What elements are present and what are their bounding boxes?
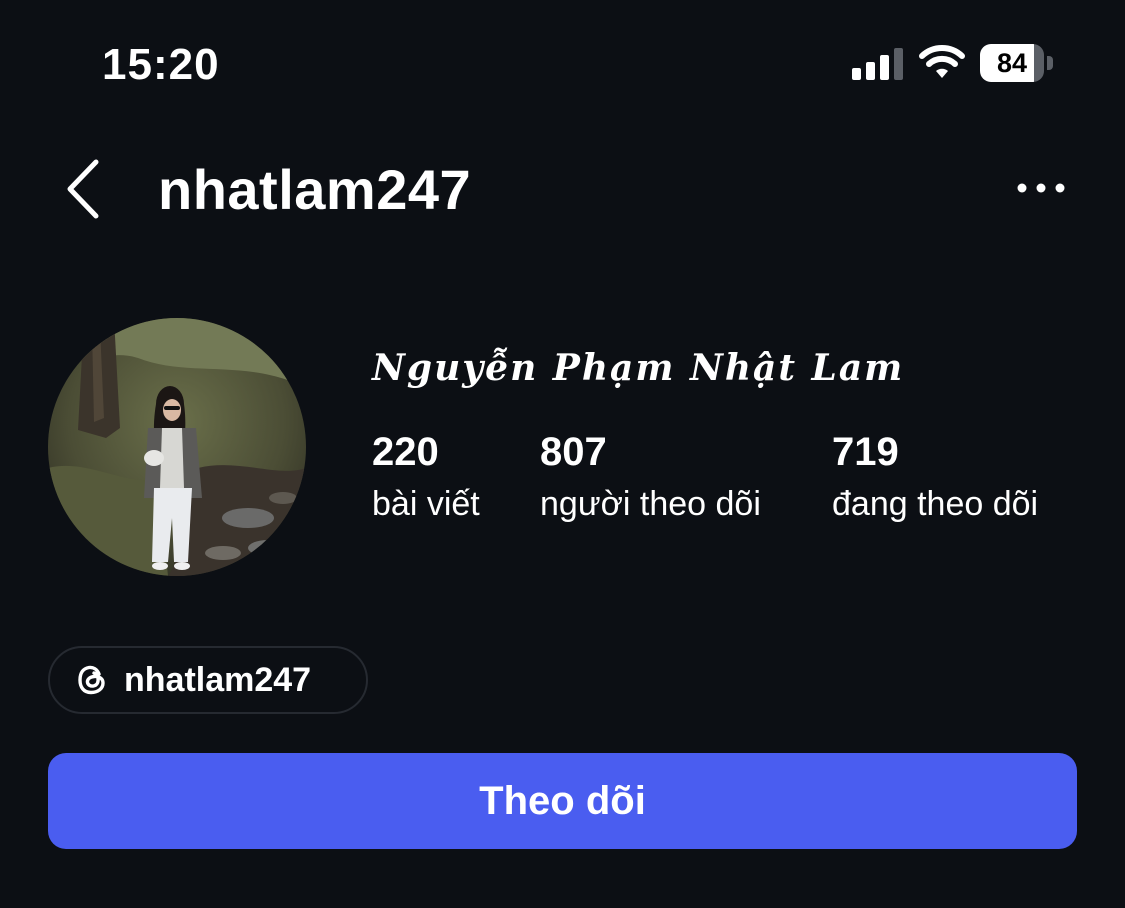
threads-username: nhatlam247	[124, 661, 312, 699]
stat-following-value: 719	[832, 430, 899, 474]
stat-posts-value: 220	[372, 430, 439, 474]
chevron-left-icon	[67, 159, 99, 219]
cellular-signal-icon	[852, 48, 903, 80]
battery-icon: 84	[980, 44, 1054, 82]
wifi-icon	[919, 45, 965, 78]
stat-posts[interactable]: 220 bài viết	[372, 428, 480, 526]
threads-icon	[78, 665, 105, 695]
avatar[interactable]	[48, 318, 306, 576]
stat-followers-label: người theo dõi	[540, 485, 761, 523]
threads-profile-link[interactable]: nhatlam247	[48, 646, 368, 714]
battery-cap	[1047, 56, 1053, 70]
stat-posts-label: bài viết	[372, 485, 480, 523]
stat-following[interactable]: 719 đang theo dõi	[832, 428, 1038, 526]
stat-followers-value: 807	[540, 430, 607, 474]
profile-full-name: Nguyễn Phạm Nhật Lam	[372, 347, 905, 389]
page-title-username: nhatlam247	[158, 158, 472, 221]
stat-following-label: đang theo dõi	[832, 485, 1039, 523]
profile-photo	[48, 318, 306, 576]
more-options-button[interactable]	[1010, 170, 1072, 206]
more-horizontal-icon	[1017, 183, 1065, 193]
back-button[interactable]	[60, 156, 108, 222]
battery-level: 84	[980, 44, 1044, 82]
status-time: 15:20	[102, 40, 220, 89]
follow-button[interactable]: Theo dõi	[48, 753, 1077, 849]
stat-followers[interactable]: 807 người theo dõi	[540, 428, 761, 526]
status-bar: 15:20 84	[0, 0, 1125, 130]
